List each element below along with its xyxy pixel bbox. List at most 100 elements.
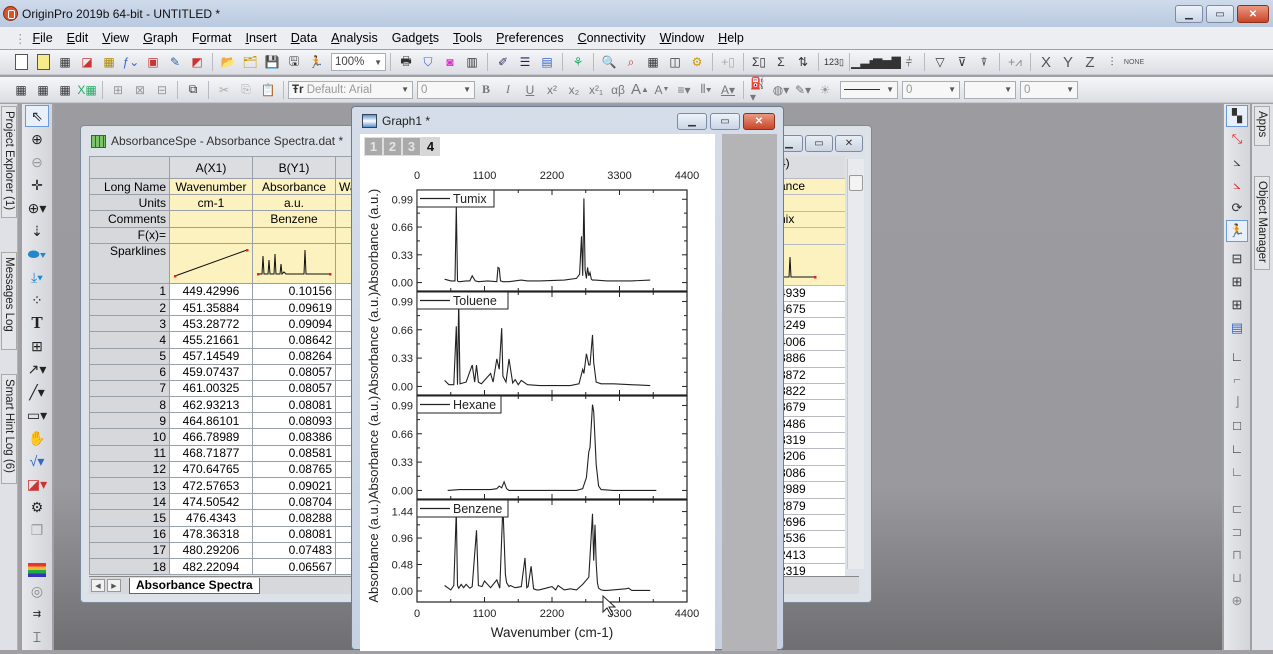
box-chart-icon[interactable]: ⫩ — [900, 53, 918, 71]
pivot-icon[interactable]: ⊟ — [153, 81, 171, 99]
menu-graph[interactable]: Graph — [143, 31, 178, 45]
movable-icon[interactable]: ⚙ — [25, 496, 49, 518]
right-cell[interactable]: 4006 — [777, 334, 845, 352]
row-number[interactable]: 1 — [89, 282, 170, 300]
zoom-out-icon[interactable]: ⊖ — [25, 151, 49, 173]
greek-button[interactable]: αβ — [609, 81, 627, 99]
align-bottom-icon[interactable]: ⊔ — [1226, 567, 1248, 589]
row-number[interactable]: 6 — [89, 363, 170, 381]
swap-xy-icon[interactable]: ⟳ — [1226, 197, 1248, 219]
stack-columns-icon[interactable]: ⊠ — [131, 81, 149, 99]
cell-absorbance[interactable]: 0.07483 — [252, 541, 336, 559]
cell-absorbance[interactable]: 0.08057 — [252, 379, 336, 398]
label-cell[interactable] — [169, 242, 253, 284]
cell-wavenumber[interactable]: 462.93213 — [169, 396, 253, 414]
menu-tools[interactable]: Tools — [453, 31, 482, 45]
project-explorer-tab[interactable]: Project Explorer (1) — [1, 106, 17, 218]
row-number[interactable]: 4 — [89, 331, 170, 349]
right-cell[interactable]: 3486 — [777, 416, 845, 434]
underline-button[interactable]: U — [521, 81, 539, 99]
align-top-icon[interactable]: ⊓ — [1226, 544, 1248, 566]
set-error-icon[interactable]: ⫶ — [1103, 53, 1121, 71]
cell-wavenumber[interactable]: 464.86101 — [169, 412, 253, 430]
column-pattern-icon[interactable]: ⦀▾ — [697, 81, 715, 99]
row-number[interactable]: 9 — [89, 412, 170, 430]
filter-options-icon[interactable]: ⍒ — [975, 53, 993, 71]
right-cell[interactable]: 2989 — [777, 482, 845, 499]
align-icon[interactable]: ≡▾ — [675, 81, 693, 99]
axis-top-icon[interactable]: ⌐ — [1226, 368, 1248, 390]
menu-connectivity[interactable]: Connectivity — [578, 31, 646, 45]
layer-2-icon[interactable]: ⊞ — [1226, 271, 1248, 293]
new-function-icon[interactable]: ƒ⌄ — [122, 53, 140, 71]
add-column-icon[interactable]: +▯ — [719, 53, 737, 71]
hand-tool-icon[interactable]: ✋ — [25, 427, 49, 449]
cell-absorbance[interactable]: 0.08081 — [252, 525, 336, 543]
import-ascii-icon[interactable]: ▦ — [34, 81, 52, 99]
cell-absorbance[interactable]: 0.09619 — [252, 298, 336, 317]
cell-wavenumber[interactable]: 468.71877 — [169, 444, 253, 462]
cell-wavenumber[interactable]: 470.64765 — [169, 460, 253, 479]
draw-data-icon[interactable]: ⁘ — [25, 289, 49, 311]
color-palette-icon[interactable] — [28, 563, 46, 577]
close-button[interactable]: ✕ — [1237, 5, 1269, 23]
cell-wavenumber[interactable]: 472.57653 — [169, 476, 253, 495]
font-size-combo[interactable]: 0 ▼ — [417, 80, 475, 99]
right-column-header[interactable]: 4) — [777, 156, 845, 179]
new-folder-icon[interactable] — [34, 53, 52, 71]
zoom-combo[interactable]: 100% ▼ — [331, 53, 386, 71]
menu-format[interactable]: Format — [192, 31, 232, 45]
row-number[interactable]: 12 — [89, 460, 170, 479]
import-wizard-icon[interactable]: ▦ — [12, 81, 30, 99]
axis-offset-icon[interactable]: ∟ — [1226, 437, 1248, 459]
cell-absorbance[interactable]: 0.08093 — [252, 412, 336, 430]
row-number[interactable]: 7 — [89, 379, 170, 398]
paste-icon[interactable]: 📋 — [259, 81, 277, 99]
menu-preferences[interactable]: Preferences — [496, 31, 563, 45]
line-style-combo[interactable]: ▼ — [840, 80, 898, 99]
text-tool-icon[interactable]: T — [25, 312, 49, 334]
right-cell[interactable]: 3679 — [777, 400, 845, 417]
data-selector-icon[interactable]: ⇣ — [25, 220, 49, 242]
video-icon[interactable]: ▥ — [463, 53, 481, 71]
right-cell[interactable]: 3872 — [777, 367, 845, 384]
italic-button[interactable]: I — [499, 81, 517, 99]
zoom-in-icon[interactable]: ⊕ — [25, 128, 49, 150]
data-reader-icon[interactable]: ⊕▾ — [25, 197, 49, 219]
minimize-button[interactable]: ▁ — [1175, 5, 1203, 23]
set-x-icon[interactable]: X — [1037, 53, 1055, 71]
subscript-button[interactable]: x₂ — [565, 81, 583, 99]
project-explorer-icon[interactable]: ⚘ — [569, 53, 587, 71]
messages-log-tab[interactable]: Messages Log — [1, 252, 17, 350]
wheel-icon[interactable]: ◎ — [25, 580, 49, 602]
object-manager-tab[interactable]: Object Manager — [1254, 176, 1270, 270]
row-number[interactable]: 17 — [89, 541, 170, 559]
label-cell[interactable] — [252, 226, 336, 244]
new-matrix-icon[interactable]: ▦ — [100, 53, 118, 71]
recalculate-icon[interactable]: 🏃 — [307, 53, 325, 71]
cell-absorbance[interactable]: 0.08057 — [252, 363, 336, 381]
new-graph-icon[interactable]: ◪ — [78, 53, 96, 71]
cell-absorbance[interactable]: 0.08704 — [252, 493, 336, 511]
label-cell[interactable]: Absorbance — [252, 177, 336, 196]
digitizer-icon[interactable]: ⌕ — [622, 53, 640, 71]
super-subscript-button[interactable]: x²₁ — [587, 81, 605, 99]
menu-view[interactable]: View — [102, 31, 129, 45]
right-units[interactable]: . — [777, 195, 845, 212]
row-number[interactable]: 15 — [89, 509, 170, 527]
font-color-icon[interactable]: A▾ — [719, 81, 737, 99]
statistics-icon[interactable]: Σ▯ — [750, 53, 768, 71]
filter-icon[interactable]: ▽ — [931, 53, 949, 71]
line-tool-icon[interactable]: ╱▾ — [25, 381, 49, 403]
superscript-button[interactable]: x² — [543, 81, 561, 99]
app-center-icon[interactable]: ⚙ — [688, 53, 706, 71]
bracket-icon[interactable]: ⌶ — [25, 626, 49, 648]
layer-3-icon[interactable]: ⊞ — [1226, 294, 1248, 316]
sheet-next-button[interactable]: ▶ — [107, 579, 121, 592]
right-cell[interactable]: 2879 — [777, 498, 845, 516]
equation-icon[interactable]: √▾ — [25, 450, 49, 472]
fill-color-icon[interactable]: ⛽▾ — [750, 76, 768, 104]
speed-mode-icon[interactable]: 🏃 — [1226, 220, 1248, 242]
import-excel-icon[interactable]: X▦ — [77, 81, 96, 99]
menu-edit[interactable]: Edit — [67, 31, 89, 45]
